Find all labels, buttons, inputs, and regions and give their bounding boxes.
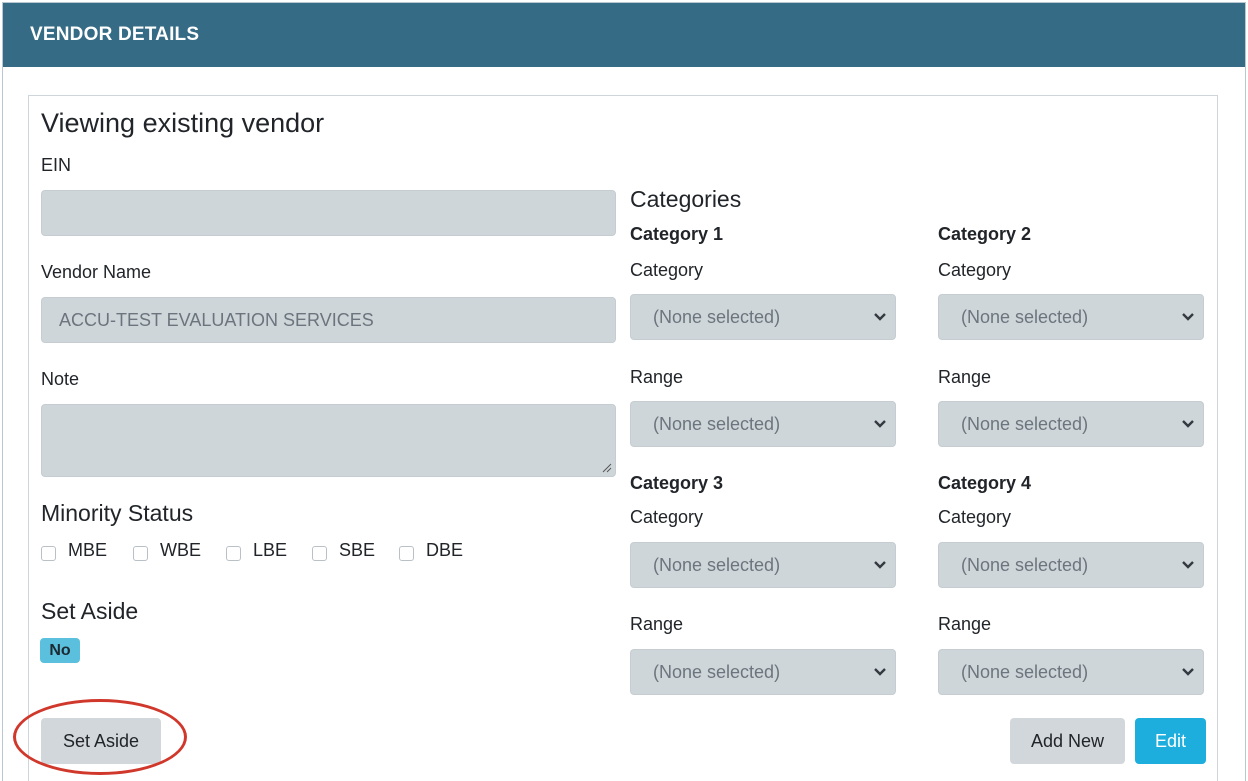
category-1-range-label: Range [630, 367, 684, 387]
categories-heading: Categories [630, 186, 742, 212]
chevron-down-icon [874, 313, 886, 321]
chevron-down-icon [874, 420, 886, 428]
category-4-title: Category 4 [938, 473, 1032, 493]
checkbox-label: DBE [426, 540, 464, 560]
checkbox-box[interactable] [41, 546, 56, 561]
checkbox-label: WBE [160, 540, 202, 560]
select-value: (None selected) [961, 307, 1089, 327]
panel-header: VENDOR DETAILS [3, 3, 1245, 67]
set-aside-button[interactable]: Set Aside [41, 718, 161, 764]
select-value: (None selected) [653, 555, 781, 575]
card-heading: Viewing existing vendor [41, 108, 325, 138]
category-4-category-select[interactable]: (None selected) [938, 542, 1204, 588]
ein-input[interactable] [41, 190, 616, 236]
note-textarea[interactable] [41, 404, 616, 477]
vendor-name-input[interactable]: ACCU-TEST EVALUATION SERVICES [41, 297, 616, 343]
category-3-title: Category 3 [630, 473, 724, 493]
category-1-category-label: Category [630, 260, 704, 280]
resize-grip-icon[interactable] [602, 463, 612, 473]
select-value: (None selected) [961, 662, 1089, 682]
chevron-down-icon [1182, 668, 1194, 676]
chevron-down-icon [1182, 313, 1194, 321]
select-value: (None selected) [653, 662, 781, 682]
category-4-range-label: Range [938, 614, 992, 634]
category-2-category-select[interactable]: (None selected) [938, 294, 1204, 340]
checkbox-box[interactable] [226, 546, 241, 561]
chevron-down-icon [874, 561, 886, 569]
category-2-range-label: Range [938, 367, 992, 387]
note-label: Note [41, 369, 80, 389]
category-2-range-select[interactable]: (None selected) [938, 401, 1204, 447]
vendor-name-value: ACCU-TEST EVALUATION SERVICES [59, 310, 374, 330]
checkbox-label: LBE [253, 540, 288, 560]
category-3-range-select[interactable]: (None selected) [630, 649, 896, 695]
minority-status-heading: Minority Status [41, 500, 194, 526]
category-1-category-select[interactable]: (None selected) [630, 294, 896, 340]
chevron-down-icon [874, 668, 886, 676]
vendor-name-label: Vendor Name [41, 262, 152, 282]
category-3-range-label: Range [630, 614, 684, 634]
category-4-category-label: Category [938, 507, 1012, 527]
set-aside-heading: Set Aside [41, 598, 139, 624]
select-value: (None selected) [653, 414, 781, 434]
checkbox-box[interactable] [399, 546, 414, 561]
category-2-category-label: Category [938, 260, 1012, 280]
checkbox-label: SBE [339, 540, 376, 560]
chevron-down-icon [1182, 561, 1194, 569]
category-2-title: Category 2 [938, 224, 1032, 244]
category-3-category-select[interactable]: (None selected) [630, 542, 896, 588]
checkbox-box[interactable] [133, 546, 148, 561]
add-new-button[interactable]: Add New [1010, 718, 1125, 764]
category-3-category-label: Category [630, 507, 704, 527]
checkbox-label: MBE [68, 540, 108, 560]
ein-label: EIN [41, 155, 72, 175]
select-value: (None selected) [961, 414, 1089, 434]
select-value: (None selected) [653, 307, 781, 327]
category-1-title: Category 1 [630, 224, 724, 244]
chevron-down-icon [1182, 420, 1194, 428]
category-1-range-select[interactable]: (None selected) [630, 401, 896, 447]
set-aside-badge: No [40, 638, 80, 663]
panel-title: VENDOR DETAILS [30, 24, 200, 45]
edit-button[interactable]: Edit [1135, 718, 1206, 764]
checkbox-box[interactable] [312, 546, 327, 561]
category-4-range-select[interactable]: (None selected) [938, 649, 1204, 695]
select-value: (None selected) [961, 555, 1089, 575]
